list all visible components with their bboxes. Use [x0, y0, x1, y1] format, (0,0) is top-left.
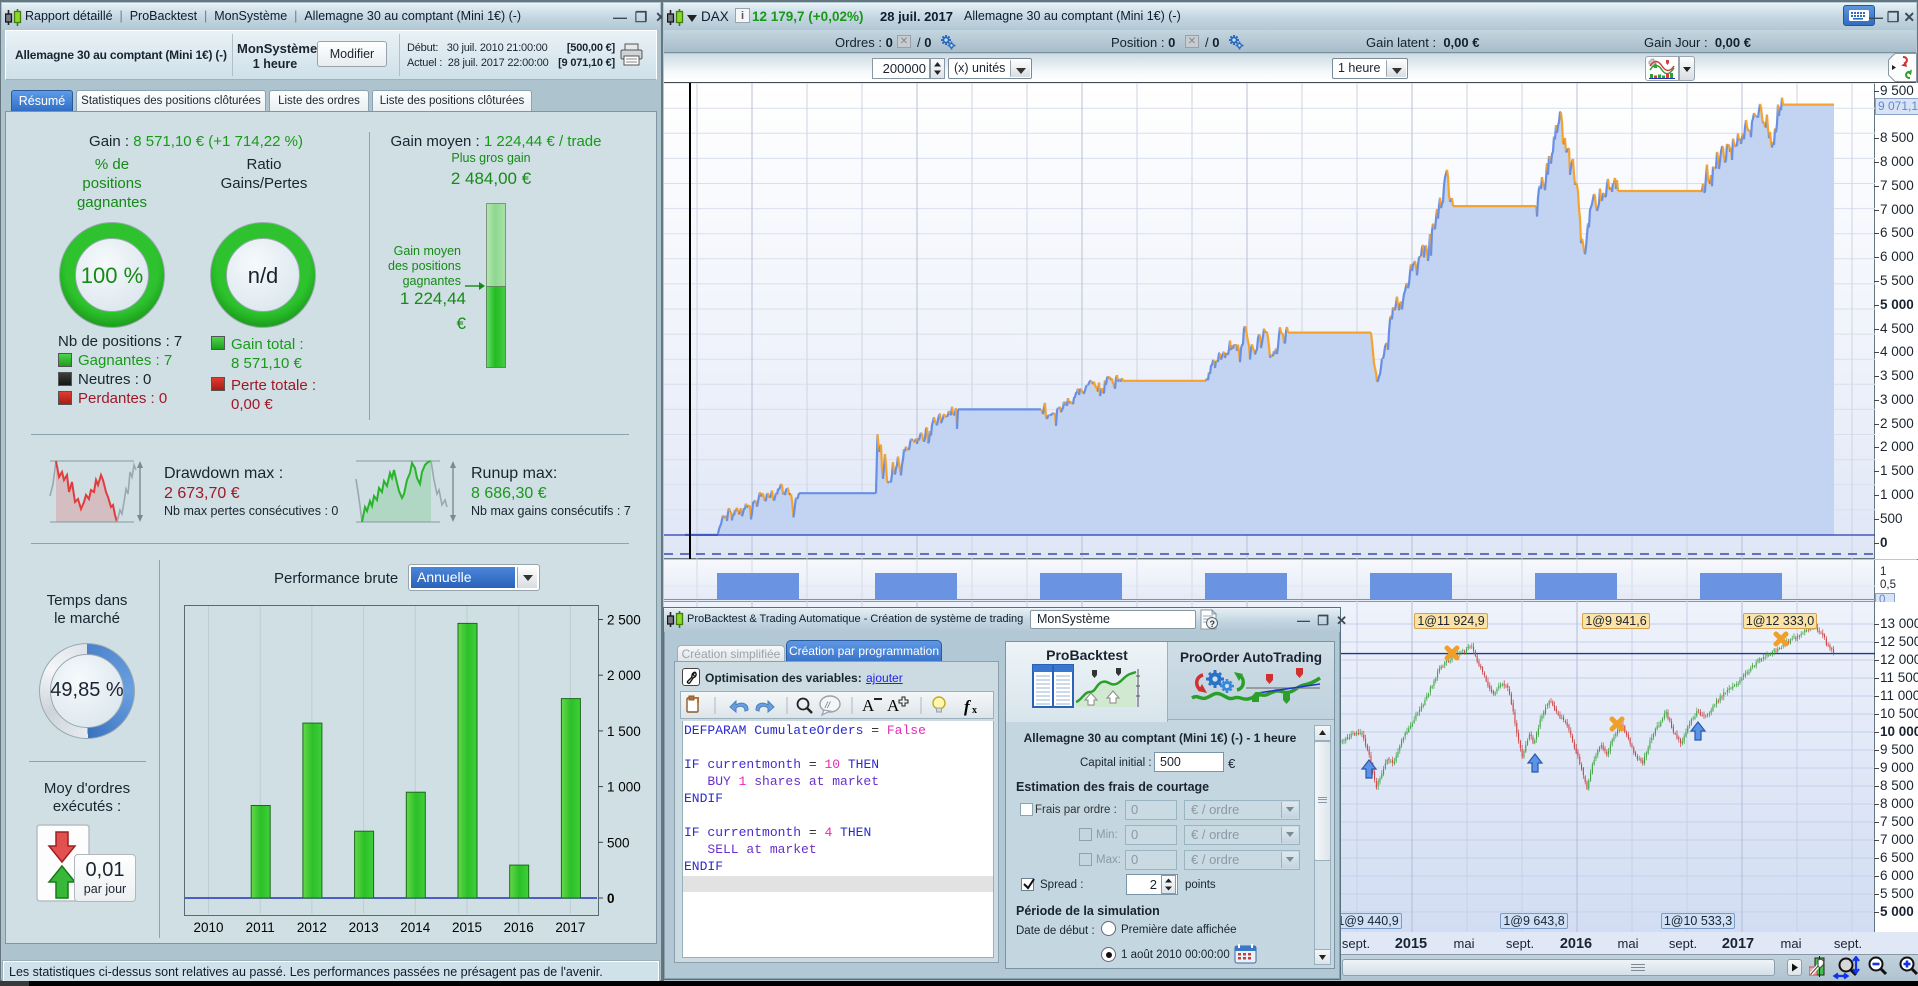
svg-text:f: f: [964, 697, 972, 716]
svg-text:x: x: [972, 705, 977, 716]
svg-text:?: ?: [1210, 619, 1216, 629]
svg-text:500: 500: [607, 835, 630, 850]
svg-text:1 500: 1 500: [607, 724, 641, 739]
svg-text:A: A: [887, 696, 900, 715]
svg-text:2 000: 2 000: [607, 668, 641, 683]
svg-text:2012: 2012: [297, 920, 327, 935]
svg-text:2016: 2016: [504, 920, 534, 935]
svg-text:2 500: 2 500: [607, 613, 641, 628]
svg-text:2017: 2017: [555, 920, 585, 935]
svg-text:2011: 2011: [246, 920, 275, 935]
svg-text:2013: 2013: [349, 920, 379, 935]
svg-text:A: A: [862, 696, 875, 715]
svg-text:2014: 2014: [400, 920, 431, 935]
svg-text:2010: 2010: [193, 920, 223, 935]
svg-text:2015: 2015: [452, 920, 482, 935]
svg-text:1 000: 1 000: [607, 780, 641, 795]
svg-text:0: 0: [607, 891, 615, 906]
